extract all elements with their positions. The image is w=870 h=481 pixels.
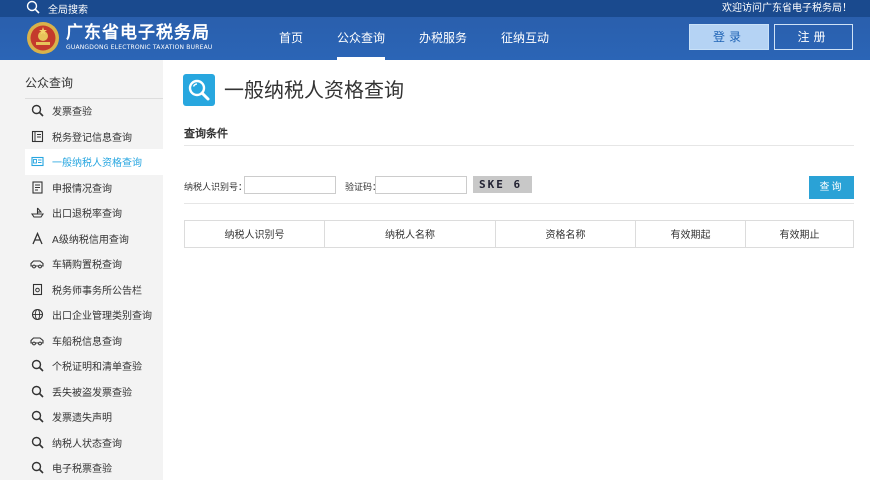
sidebar-item-label: 税务登记信息查询 [52,132,132,144]
sidebar-menu: 发票查验 税务登记信息查询 一般纳税人资格查询 申报情况查询 出口退税率查询 A… [25,98,163,481]
sidebar-item-label: 纳税人状态查询 [52,438,122,450]
query-conditions-heading: 查询条件 [184,127,228,140]
sidebar-item-label: 车船税信息查询 [52,336,122,348]
taxpayer-id-label: 纳税人识别号： [184,183,248,193]
car-icon [30,257,44,271]
nav-tax-services[interactable]: 办税服务 [410,17,476,60]
sidebar-item-e-tax-receipt-verify[interactable]: 电子税票查验 [25,455,163,481]
column-header-taxpayer-id: 纳税人识别号 [185,221,325,247]
brand-english-name: GUANGDONG ELECTRONIC TAXATION BUREAU [66,44,213,51]
sidebar-item-taxpayer-status[interactable]: 纳税人状态查询 [25,430,163,456]
sidebar-item-export-enterprise-category[interactable]: 出口企业管理类别查询 [25,302,163,328]
sidebar-item-label: 电子税票查验 [52,464,112,476]
sidebar-item-label: 个税证明和清单查验 [52,362,142,374]
search-icon [30,384,44,398]
column-header-taxpayer-name: 纳税人名称 [325,221,496,247]
document-icon [30,180,44,194]
sidebar: 公众查询 发票查验 税务登记信息查询 一般纳税人资格查询 申报情况查询 出口退税… [0,60,163,480]
sidebar-item-label: 出口企业管理类别查询 [52,311,152,323]
sidebar-item-income-tax-proof[interactable]: 个税证明和清单查验 [25,353,163,379]
sidebar-item-registration-query[interactable]: 税务登记信息查询 [25,124,163,150]
sidebar-item-invoice-loss-statement[interactable]: 发票遗失声明 [25,404,163,430]
notice-icon [30,282,44,296]
sidebar-item-label: 出口退税率查询 [52,209,122,221]
welcome-text: 欢迎访问广东省电子税务局！ [722,3,852,14]
results-table-header: 纳税人识别号 纳税人名称 资格名称 有效期起 有效期止 [184,220,854,248]
captcha-input[interactable] [375,176,467,194]
sidebar-item-invoice-verify[interactable]: 发票查验 [25,98,163,124]
top-utility-bar: 全局搜索 欢迎访问广东省电子税务局！ [0,0,870,17]
nav-interaction[interactable]: 征纳互动 [492,17,558,60]
search-icon [30,461,44,475]
search-icon [30,104,44,118]
sidebar-item-vessel-tax-query[interactable]: 车船税信息查询 [25,328,163,354]
page-search-icon [183,74,215,106]
a-grade-icon [30,231,44,245]
sidebar-item-general-taxpayer-query[interactable]: 一般纳税人资格查询 [25,149,163,175]
brand: 广东省电子税务局 GUANGDONG ELECTRONIC TAXATION B… [66,23,212,52]
nav-public-query[interactable]: 公众查询 [328,17,394,60]
global-search[interactable]: 全局搜索 [26,0,88,17]
search-icon [30,410,44,424]
main-nav: 首页 公众查询 办税服务 征纳互动 [270,17,574,60]
tax-emblem-logo[interactable] [26,21,60,55]
section-divider [184,145,854,146]
sidebar-item-label: 一般纳税人资格查询 [52,158,142,170]
sidebar-item-label: A级纳税信用查询 [52,234,129,246]
nav-home[interactable]: 首页 [270,17,312,60]
sidebar-item-declaration-query[interactable]: 申报情况查询 [25,175,163,201]
search-icon[interactable] [26,0,40,17]
global-search-label[interactable]: 全局搜索 [48,1,88,16]
column-header-valid-from: 有效期起 [636,221,746,247]
query-button[interactable]: 查询 [809,176,854,199]
book-icon [30,129,44,143]
sidebar-item-label: 车辆购置税查询 [52,260,122,272]
captcha-image[interactable]: SKE 6 [473,176,532,193]
search-icon [30,359,44,373]
site-header: 广东省电子税务局 GUANGDONG ELECTRONIC TAXATION B… [0,17,870,60]
sidebar-item-lost-invoice-verify[interactable]: 丢失被盗发票查验 [25,379,163,405]
globe-icon [30,308,44,322]
car-icon [30,333,44,347]
sidebar-item-a-credit-query[interactable]: A级纳税信用查询 [25,226,163,252]
column-header-valid-to: 有效期止 [779,230,820,241]
id-card-icon [30,155,44,169]
page-title: 一般纳税人资格查询 [224,78,404,102]
sidebar-item-label: 税务师事务所公告栏 [52,285,142,297]
sidebar-item-label: 发票遗失声明 [52,413,112,425]
brand-name: 广东省电子税务局 [66,23,210,43]
form-divider [184,203,854,204]
login-button[interactable]: 登录 [689,24,769,50]
sidebar-item-tax-agent-notice[interactable]: 税务师事务所公告栏 [25,277,163,303]
column-header-qualification-name: 资格名称 [496,221,636,247]
taxpayer-id-input[interactable] [244,176,336,194]
sidebar-item-label: 丢失被盗发票查验 [52,387,132,399]
sidebar-title: 公众查询 [25,76,74,90]
sidebar-item-export-rebate-rate[interactable]: 出口退税率查询 [25,200,163,226]
search-icon [30,435,44,449]
sidebar-item-label: 发票查验 [52,107,92,119]
sidebar-item-label: 申报情况查询 [52,183,112,195]
register-button[interactable]: 注册 [774,24,853,50]
sidebar-item-vehicle-purchase-tax[interactable]: 车辆购置税查询 [25,251,163,277]
ship-icon [30,206,44,220]
